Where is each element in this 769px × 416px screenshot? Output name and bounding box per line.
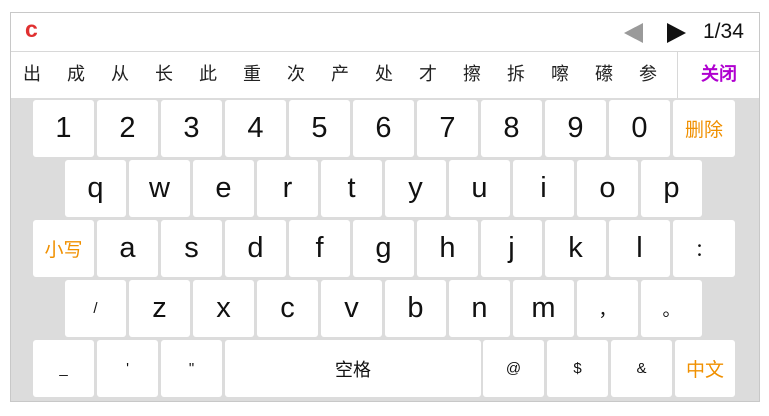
key-l[interactable]: l (609, 220, 670, 277)
key-c[interactable]: c (257, 280, 318, 337)
key-at[interactable]: @ (483, 340, 544, 397)
key-ampersand[interactable]: & (611, 340, 672, 397)
key-8[interactable]: 8 (481, 100, 542, 157)
key-dollar[interactable]: $ (547, 340, 608, 397)
close-button[interactable]: 关闭 (677, 52, 760, 98)
key-q[interactable]: q (65, 160, 126, 217)
key-j[interactable]: j (481, 220, 542, 277)
key-k[interactable]: k (545, 220, 606, 277)
key-t[interactable]: t (321, 160, 382, 217)
key-9[interactable]: 9 (545, 100, 606, 157)
space-bar[interactable]: 空格 (225, 340, 481, 397)
candidate[interactable]: 长 (146, 52, 182, 98)
key-7[interactable]: 7 (417, 100, 478, 157)
key-w[interactable]: w (129, 160, 190, 217)
candidate[interactable]: 拆 (498, 52, 534, 98)
candidate[interactable]: 处 (366, 52, 402, 98)
composition-bar: c 1/34 (11, 13, 759, 52)
chinese-mode-button[interactable]: 中文 (675, 340, 735, 397)
candidate[interactable]: 嚓 (542, 52, 578, 98)
key-h[interactable]: h (417, 220, 478, 277)
key-v[interactable]: v (321, 280, 382, 337)
candidate[interactable]: 才 (410, 52, 446, 98)
triangle-right-icon[interactable] (667, 23, 686, 43)
key-area: 1 2 3 4 5 6 7 8 9 0 删除 q w e r t y u i o… (11, 98, 759, 401)
key-4[interactable]: 4 (225, 100, 286, 157)
key-o[interactable]: o (577, 160, 638, 217)
candidate[interactable]: 擦 (454, 52, 490, 98)
key-m[interactable]: m (513, 280, 574, 337)
key-slash[interactable]: / (65, 280, 126, 337)
key-b[interactable]: b (385, 280, 446, 337)
key-0[interactable]: 0 (609, 100, 670, 157)
candidate[interactable]: 此 (190, 52, 226, 98)
key-quote[interactable]: " (161, 340, 222, 397)
key-3[interactable]: 3 (161, 100, 222, 157)
candidate[interactable]: 参 (630, 52, 666, 98)
key-r[interactable]: r (257, 160, 318, 217)
key-n[interactable]: n (449, 280, 510, 337)
key-d[interactable]: d (225, 220, 286, 277)
key-comma[interactable]: ， (577, 280, 638, 337)
key-period[interactable]: 。 (641, 280, 702, 337)
key-underscore[interactable]: _ (33, 340, 94, 397)
key-colon[interactable]: ： (673, 220, 735, 277)
key-apostrophe[interactable]: ' (97, 340, 158, 397)
key-g[interactable]: g (353, 220, 414, 277)
key-e[interactable]: e (193, 160, 254, 217)
key-z[interactable]: z (129, 280, 190, 337)
key-a[interactable]: a (97, 220, 158, 277)
page-indicator: 1/34 (703, 20, 744, 43)
candidate[interactable]: 重 (234, 52, 270, 98)
key-x[interactable]: x (193, 280, 254, 337)
pinyin-composition: c (25, 16, 38, 42)
ime-keyboard-window: c 1/34 出 成 从 长 此 重 次 产 处 才 擦 拆 嚓 礤 参 关闭 … (10, 12, 760, 402)
candidate[interactable]: 次 (278, 52, 314, 98)
key-6[interactable]: 6 (353, 100, 414, 157)
delete-button[interactable]: 删除 (673, 100, 735, 157)
key-p[interactable]: p (641, 160, 702, 217)
lowercase-toggle-button[interactable]: 小写 (33, 220, 94, 277)
key-y[interactable]: y (385, 160, 446, 217)
candidate[interactable]: 成 (58, 52, 94, 98)
candidate[interactable]: 出 (14, 52, 50, 98)
candidate[interactable]: 产 (322, 52, 358, 98)
candidate-bar: 出 成 从 长 此 重 次 产 处 才 擦 拆 嚓 礤 参 关闭 (11, 52, 759, 98)
key-f[interactable]: f (289, 220, 350, 277)
key-1[interactable]: 1 (33, 100, 94, 157)
key-i[interactable]: i (513, 160, 574, 217)
key-5[interactable]: 5 (289, 100, 350, 157)
candidate[interactable]: 礤 (586, 52, 622, 98)
key-u[interactable]: u (449, 160, 510, 217)
triangle-left-icon[interactable] (624, 23, 643, 43)
key-s[interactable]: s (161, 220, 222, 277)
candidate[interactable]: 从 (102, 52, 138, 98)
key-2[interactable]: 2 (97, 100, 158, 157)
